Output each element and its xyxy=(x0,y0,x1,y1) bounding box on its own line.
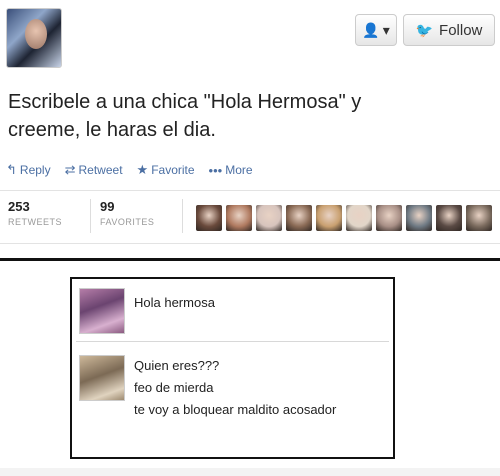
reply-action[interactable]: ↰ Reply xyxy=(6,162,51,178)
star-icon: ★ xyxy=(136,162,149,177)
message-line: Quien eres??? xyxy=(134,358,220,373)
retweet-icon: ⇄ xyxy=(64,162,76,177)
follow-button[interactable]: 🐦 Follow xyxy=(403,14,495,46)
stat-divider xyxy=(182,199,183,233)
message-line: te voy a bloquear maldito acosador xyxy=(134,402,337,417)
chat-message: Quien eres??? feo de mierda te voy a bloqu… xyxy=(76,349,389,454)
favorites-stat[interactable]: 99 FAVORITES xyxy=(100,199,154,227)
ellipsis-icon: ••• xyxy=(208,162,223,178)
favorite-action[interactable]: ★ Favorite xyxy=(137,162,195,178)
retweeter-avatar[interactable] xyxy=(466,205,492,231)
tweet-text: Escribele a una chica "Hola Hermosa" y c… xyxy=(8,88,468,144)
more-label: More xyxy=(225,163,253,177)
person-icon: 👤 xyxy=(362,21,380,38)
favorite-label: Favorite xyxy=(151,163,195,177)
retweeter-avatars xyxy=(196,205,492,231)
tweet-author-avatar[interactable] xyxy=(6,8,62,68)
chevron-down-icon: ▾ xyxy=(382,21,390,38)
retweet-action[interactable]: ⇄ Retweet xyxy=(65,162,123,178)
chat-message: Hola hermosa xyxy=(76,284,389,342)
tweet-text-line-2: creeme, le haras el dia. xyxy=(8,119,216,141)
message-text: Hola hermosa xyxy=(134,292,215,314)
retweeter-avatar[interactable] xyxy=(346,205,372,231)
retweeter-avatar[interactable] xyxy=(226,205,252,231)
sender-avatar xyxy=(79,288,125,334)
divider-rule xyxy=(0,258,500,261)
tweet-stats: 253 RETWEETS 99 FAVORITES xyxy=(0,190,500,244)
reply-avatar xyxy=(79,355,125,401)
twitter-bird-icon: 🐦 xyxy=(415,21,434,38)
chat-screenshot: Hola hermosa Quien eres??? feo de mierda t… xyxy=(70,277,395,459)
more-action[interactable]: ••• More xyxy=(209,163,253,178)
message-line: Hola hermosa xyxy=(134,295,215,310)
favorites-label: FAVORITES xyxy=(100,217,155,227)
retweeter-avatar[interactable] xyxy=(256,205,282,231)
follow-label: Follow xyxy=(439,21,483,39)
message-text: Quien eres??? feo de mierda te voy a bloqu… xyxy=(134,355,336,421)
retweeter-avatar[interactable] xyxy=(436,205,462,231)
retweets-count: 253 xyxy=(8,199,30,214)
bottom-strip xyxy=(0,468,500,476)
retweeter-avatar[interactable] xyxy=(406,205,432,231)
message-line: feo de mierda xyxy=(134,380,214,395)
user-menu-button[interactable]: 👤 ▾ xyxy=(355,14,397,46)
reply-label: Reply xyxy=(19,163,51,177)
tweet-text-line-1: Escribele a una chica "Hola Hermosa" y xyxy=(8,91,362,113)
favorites-count: 99 xyxy=(100,199,115,214)
reply-icon: ↰ xyxy=(6,162,17,177)
retweet-label: Retweet xyxy=(78,163,123,177)
retweeter-avatar[interactable] xyxy=(376,205,402,231)
retweets-label: RETWEETS xyxy=(8,217,63,227)
tweet-actions: ↰ Reply ⇄ Retweet ★ Favorite ••• More xyxy=(6,160,253,180)
retweets-stat[interactable]: 253 RETWEETS xyxy=(8,199,62,227)
retweeter-avatar[interactable] xyxy=(316,205,342,231)
stat-divider xyxy=(90,199,91,233)
retweeter-avatar[interactable] xyxy=(196,205,222,231)
retweeter-avatar[interactable] xyxy=(286,205,312,231)
